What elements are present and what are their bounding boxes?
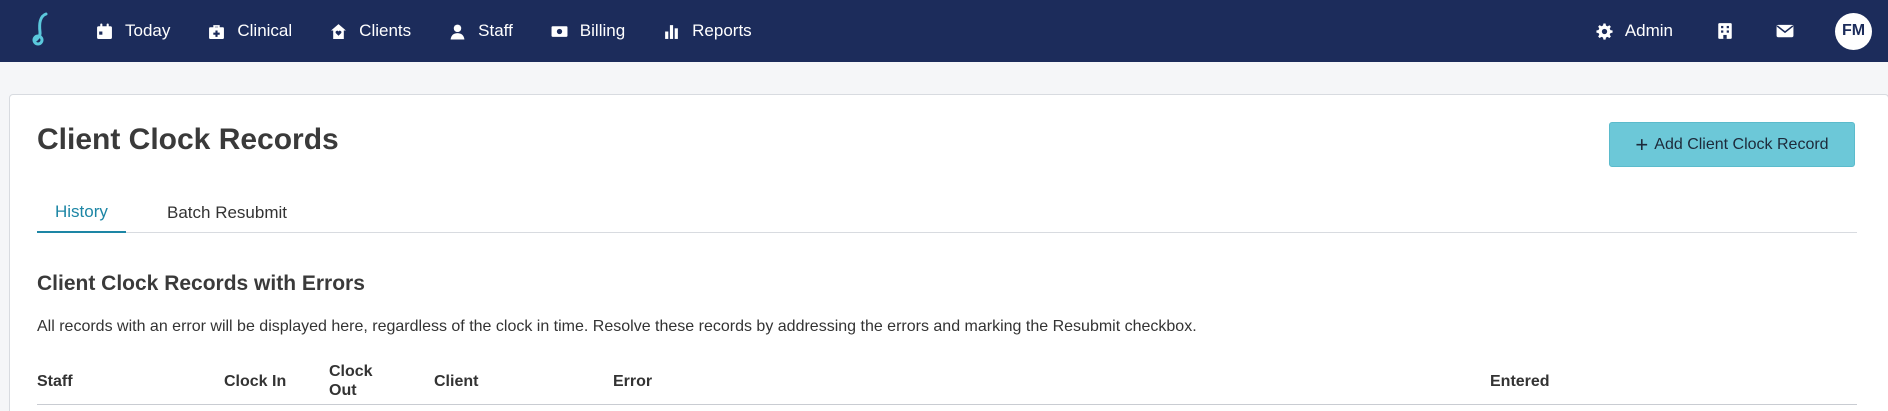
money-icon xyxy=(551,25,568,37)
tab-batch-resubmit[interactable]: Batch Resubmit xyxy=(167,193,287,233)
nav-item-reports[interactable]: Reports xyxy=(663,0,752,62)
nav-label: Clients xyxy=(359,21,412,40)
nav-label: Clinical xyxy=(237,21,293,40)
content-card: Client Clock Records + Add Client Clock … xyxy=(9,94,1888,411)
app-logo-icon[interactable] xyxy=(30,10,54,46)
column-header-staff[interactable]: Staff xyxy=(37,372,73,391)
tab-history[interactable]: History xyxy=(37,193,126,233)
nav-label: Staff xyxy=(478,21,513,40)
section-title: Client Clock Records with Errors xyxy=(37,272,365,295)
medical-kit-icon xyxy=(209,24,225,39)
envelope-icon[interactable] xyxy=(1775,21,1795,41)
column-header-error[interactable]: Error xyxy=(613,372,652,391)
bar-chart-icon xyxy=(665,24,679,39)
gear-icon xyxy=(1596,23,1613,40)
nav-label: Billing xyxy=(579,21,626,40)
column-header-client[interactable]: Client xyxy=(434,372,478,391)
table-header: Staff Clock In Clock Out Client Error En… xyxy=(37,357,1857,405)
page-title: Client Clock Records xyxy=(37,123,339,156)
calendar-icon xyxy=(97,23,112,39)
plus-icon: + xyxy=(1635,131,1649,157)
user-avatar[interactable]: FM xyxy=(1835,12,1872,50)
nav-item-today[interactable]: Today xyxy=(96,0,170,62)
nav-item-clinical[interactable]: Clinical xyxy=(208,0,292,62)
nav-label: Reports xyxy=(692,21,752,40)
column-header-clock-out[interactable]: Clock Out xyxy=(329,362,389,400)
nav-item-admin[interactable]: Admin xyxy=(1596,0,1673,62)
tab-bar: History Batch Resubmit xyxy=(37,193,1857,233)
building-icon[interactable] xyxy=(1715,21,1735,41)
nav-label: Today xyxy=(125,21,171,40)
top-navigation-bar: Today Clinical Clients Staff Billing Rep… xyxy=(0,0,1888,62)
column-header-clock-in[interactable]: Clock In xyxy=(224,372,286,391)
right-nav: Admin FM xyxy=(1596,0,1872,62)
staff-user-icon xyxy=(450,24,465,39)
column-header-entered[interactable]: Entered xyxy=(1490,372,1550,391)
nav-item-staff[interactable]: Staff xyxy=(449,0,513,62)
section-description: All records with an error will be displa… xyxy=(37,318,1197,335)
add-client-clock-record-button[interactable]: + Add Client Clock Record xyxy=(1609,122,1855,167)
nav-item-clients[interactable]: Clients xyxy=(330,0,411,62)
nav-item-billing[interactable]: Billing xyxy=(551,0,625,62)
add-button-label: Add Client Clock Record xyxy=(1654,135,1829,153)
home-heart-icon xyxy=(331,23,347,39)
main-nav: Today Clinical Clients Staff Billing Rep… xyxy=(96,0,790,62)
nav-label: Admin xyxy=(1624,21,1673,40)
